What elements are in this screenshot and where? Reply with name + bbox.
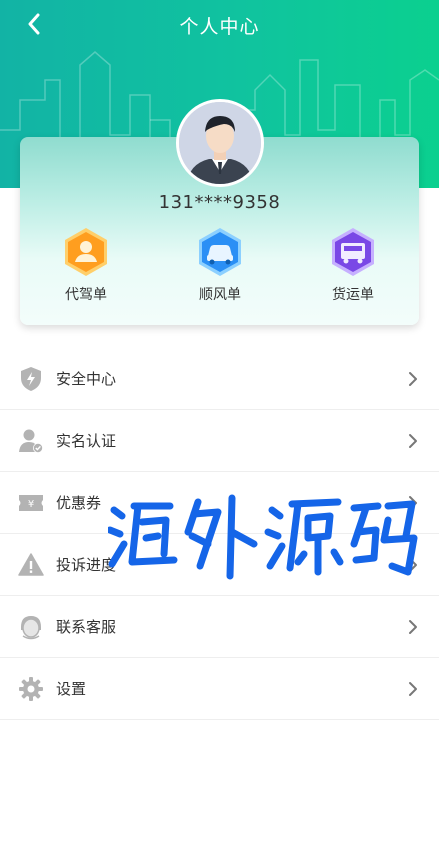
menu-list: 安全中心 实名认证 ¥ 优惠券 投诉进度 联系客服 设置 (0, 348, 439, 720)
menu-item-real-name-verification[interactable]: 实名认证 (0, 410, 439, 472)
svg-text:¥: ¥ (28, 499, 34, 510)
menu-item-label: 设置 (56, 680, 87, 698)
menu-item-settings[interactable]: 设置 (0, 658, 439, 720)
service-freight[interactable]: 货运单 (313, 226, 393, 304)
service-label: 货运单 (332, 287, 374, 303)
menu-item-label: 实名认证 (56, 432, 117, 450)
warning-icon (18, 552, 44, 578)
menu-item-label: 投诉进度 (56, 556, 117, 574)
service-carpool[interactable]: 顺风单 (180, 226, 260, 304)
phone-number: 131****9358 (158, 192, 281, 213)
menu-item-label: 优惠券 (56, 494, 102, 512)
car-icon (199, 228, 241, 276)
avatar[interactable] (176, 99, 264, 187)
service-designated-driver[interactable]: 代驾单 (46, 226, 126, 304)
chevron-right-icon (409, 371, 417, 386)
shield-icon (18, 366, 44, 392)
chevron-right-icon (409, 557, 417, 572)
menu-item-security-center[interactable]: 安全中心 (0, 348, 439, 410)
menu-item-label: 联系客服 (56, 618, 117, 636)
chevron-right-icon (409, 681, 417, 696)
chevron-right-icon (409, 619, 417, 634)
service-label: 顺风单 (199, 287, 241, 303)
gear-icon (18, 676, 44, 702)
menu-item-complaint-progress[interactable]: 投诉进度 (0, 534, 439, 596)
menu-item-coupons[interactable]: ¥ 优惠券 (0, 472, 439, 534)
chevron-right-icon (409, 433, 417, 448)
customer-service-icon (18, 614, 44, 640)
driver-icon (65, 228, 107, 276)
truck-icon (332, 228, 374, 276)
menu-item-customer-service[interactable]: 联系客服 (0, 596, 439, 658)
service-label: 代驾单 (65, 287, 107, 303)
chevron-right-icon (409, 495, 417, 510)
page-title: 个人中心 (179, 16, 260, 38)
coupon-icon: ¥ (18, 490, 44, 516)
menu-item-label: 安全中心 (56, 370, 117, 388)
user-avatar-icon (179, 102, 261, 184)
verified-user-icon (18, 428, 44, 454)
